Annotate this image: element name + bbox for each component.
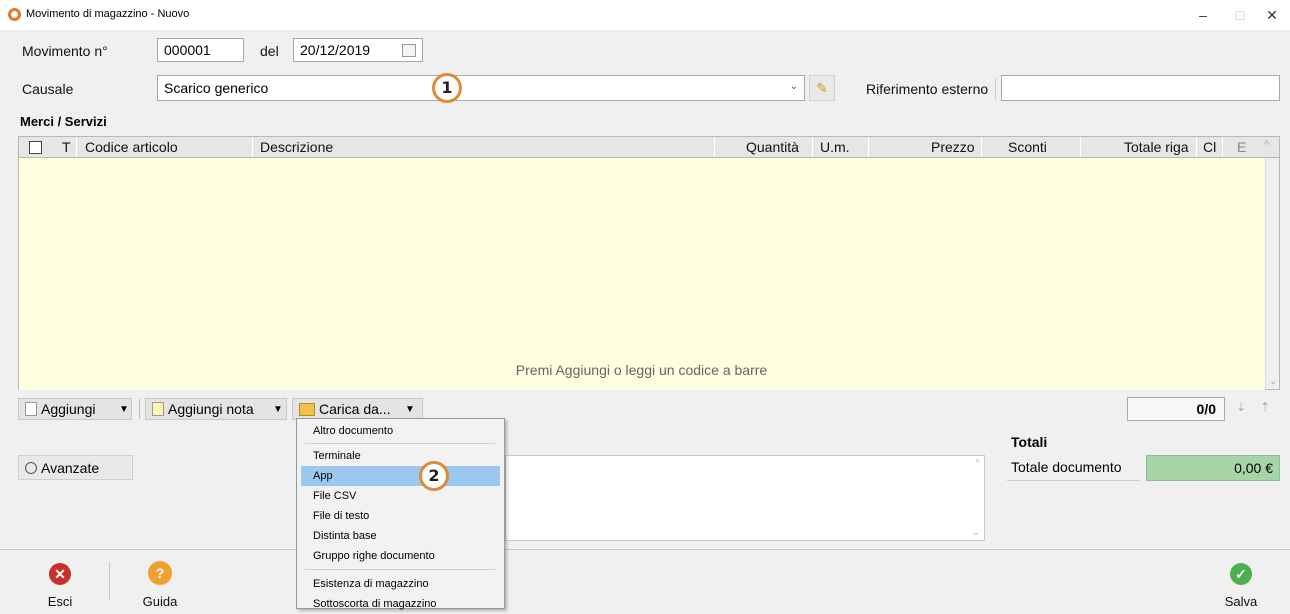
scroll-up-icon[interactable]: ^: [1264, 139, 1269, 151]
save-button-label[interactable]: Salva: [1211, 594, 1271, 609]
total-document-label: Totale documento: [1011, 459, 1122, 475]
col-row-total[interactable]: Totale riga: [1124, 139, 1189, 155]
movement-number-field[interactable]: 000001: [157, 38, 244, 62]
move-up-icon[interactable]: ⇡: [1260, 400, 1270, 414]
save-icon[interactable]: ✓: [1230, 563, 1252, 585]
advanced-label: Avanzate: [41, 460, 100, 476]
calendar-icon[interactable]: [402, 44, 416, 57]
menu-item-gruppo-righe[interactable]: Gruppo righe documento: [301, 546, 500, 566]
divider: [1007, 480, 1140, 481]
date-field[interactable]: 20/12/2019: [293, 38, 423, 62]
menu-item-esistenza[interactable]: Esistenza di magazzino: [301, 574, 500, 594]
total-document-value: 0,00 €: [1146, 455, 1280, 481]
add-note-dropdown-icon[interactable]: ▼: [273, 404, 283, 415]
menu-item-sottoscorta[interactable]: Sottoscorta di magazzino: [301, 594, 500, 614]
scroll-down-icon[interactable]: ⌄: [1269, 376, 1277, 387]
load-from-label: Carica da...: [319, 401, 391, 417]
note-icon: [152, 402, 164, 416]
external-ref-label: Riferimento esterno: [866, 81, 989, 97]
col-description[interactable]: Descrizione: [260, 139, 333, 155]
add-label: Aggiungi: [41, 401, 96, 417]
add-note-button-group[interactable]: Aggiungi nota ▼: [145, 398, 287, 420]
col-unit[interactable]: U.m.: [820, 139, 850, 155]
maximize-button[interactable]: □: [1222, 5, 1258, 25]
minimize-button[interactable]: –: [1185, 5, 1221, 25]
add-note-label: Aggiungi nota: [168, 401, 254, 417]
col-t[interactable]: T: [62, 139, 71, 155]
menu-item-altro-documento[interactable]: Altro documento: [301, 421, 500, 441]
add-dropdown-icon[interactable]: ▼: [119, 404, 129, 415]
totals-header: Totali: [1011, 434, 1048, 450]
date-value: 20/12/2019: [300, 42, 371, 58]
grid-header: T Codice articolo Descrizione Quantità U…: [18, 136, 1280, 158]
causale-label: Causale: [22, 81, 74, 97]
move-down-icon[interactable]: ⇣: [1236, 400, 1246, 414]
grid-body[interactable]: [18, 158, 1266, 390]
col-price[interactable]: Prezzo: [931, 139, 975, 155]
exit-button-label[interactable]: Esci: [30, 594, 90, 609]
movement-number-label: Movimento n°: [22, 43, 108, 59]
edit-causale-button[interactable]: ✎: [809, 75, 835, 101]
radio-icon: [25, 462, 37, 474]
callout-1: 1: [432, 73, 462, 103]
section-title: Merci / Servizi: [20, 114, 107, 129]
grid-empty-message: Premi Aggiungi o leggi un codice a barre: [515, 362, 768, 378]
title-bar: Movimento di magazzino - Nuovo – □ ✕: [0, 0, 1290, 30]
callout-2: 2: [419, 461, 449, 491]
external-ref-field[interactable]: [1001, 75, 1280, 101]
chevron-down-icon: ⌄: [789, 81, 798, 92]
grid-scrollbar[interactable]: ⌄: [1265, 158, 1280, 390]
folder-icon: [299, 403, 315, 416]
bottom-bar: ✕ Esci ? Guida ✓ Salva: [0, 549, 1290, 610]
toolbar-divider: [139, 399, 140, 419]
window-title: Movimento di magazzino - Nuovo: [26, 8, 190, 20]
causale-value: Scarico generico: [164, 80, 269, 96]
divider: [995, 78, 996, 100]
exit-icon[interactable]: ✕: [49, 563, 71, 585]
col-quantity[interactable]: Quantità: [746, 139, 799, 155]
load-from-button[interactable]: Carica da... ▼: [292, 398, 423, 420]
pencil-icon: ✎: [816, 80, 828, 96]
col-cl[interactable]: Cl: [1203, 139, 1216, 155]
close-button[interactable]: ✕: [1254, 5, 1290, 25]
app-logo-icon: [8, 8, 21, 21]
pager-display: 0/0: [1127, 397, 1225, 421]
add-button-group[interactable]: Aggiungi ▼: [18, 398, 132, 420]
textarea-scroll-down-icon[interactable]: ⌄: [972, 527, 980, 538]
add-document-icon: [25, 402, 37, 416]
date-label: del: [260, 43, 279, 59]
help-icon[interactable]: ?: [148, 561, 172, 585]
load-from-menu: Altro documento Terminale App File CSV F…: [296, 418, 505, 610]
col-discounts[interactable]: Sconti: [1008, 139, 1047, 155]
causale-select[interactable]: Scarico generico ⌄: [157, 75, 805, 101]
notes-textarea[interactable]: ^ ⌄: [505, 455, 985, 541]
menu-item-file-csv[interactable]: File CSV: [301, 486, 500, 506]
divider: [109, 562, 110, 600]
menu-item-app[interactable]: App: [301, 466, 500, 486]
menu-item-distinta-base[interactable]: Distinta base: [301, 526, 500, 546]
textarea-scroll-up-icon[interactable]: ^: [975, 458, 980, 469]
col-e[interactable]: E: [1237, 139, 1246, 155]
menu-item-file-di-testo[interactable]: File di testo: [301, 506, 500, 526]
load-from-dropdown-icon: ▼: [405, 404, 415, 415]
menu-item-terminale[interactable]: Terminale: [301, 446, 500, 466]
select-all-checkbox[interactable]: [29, 141, 42, 154]
advanced-toggle[interactable]: Avanzate: [18, 455, 133, 480]
help-button-label[interactable]: Guida: [130, 594, 190, 609]
col-code[interactable]: Codice articolo: [85, 139, 178, 155]
